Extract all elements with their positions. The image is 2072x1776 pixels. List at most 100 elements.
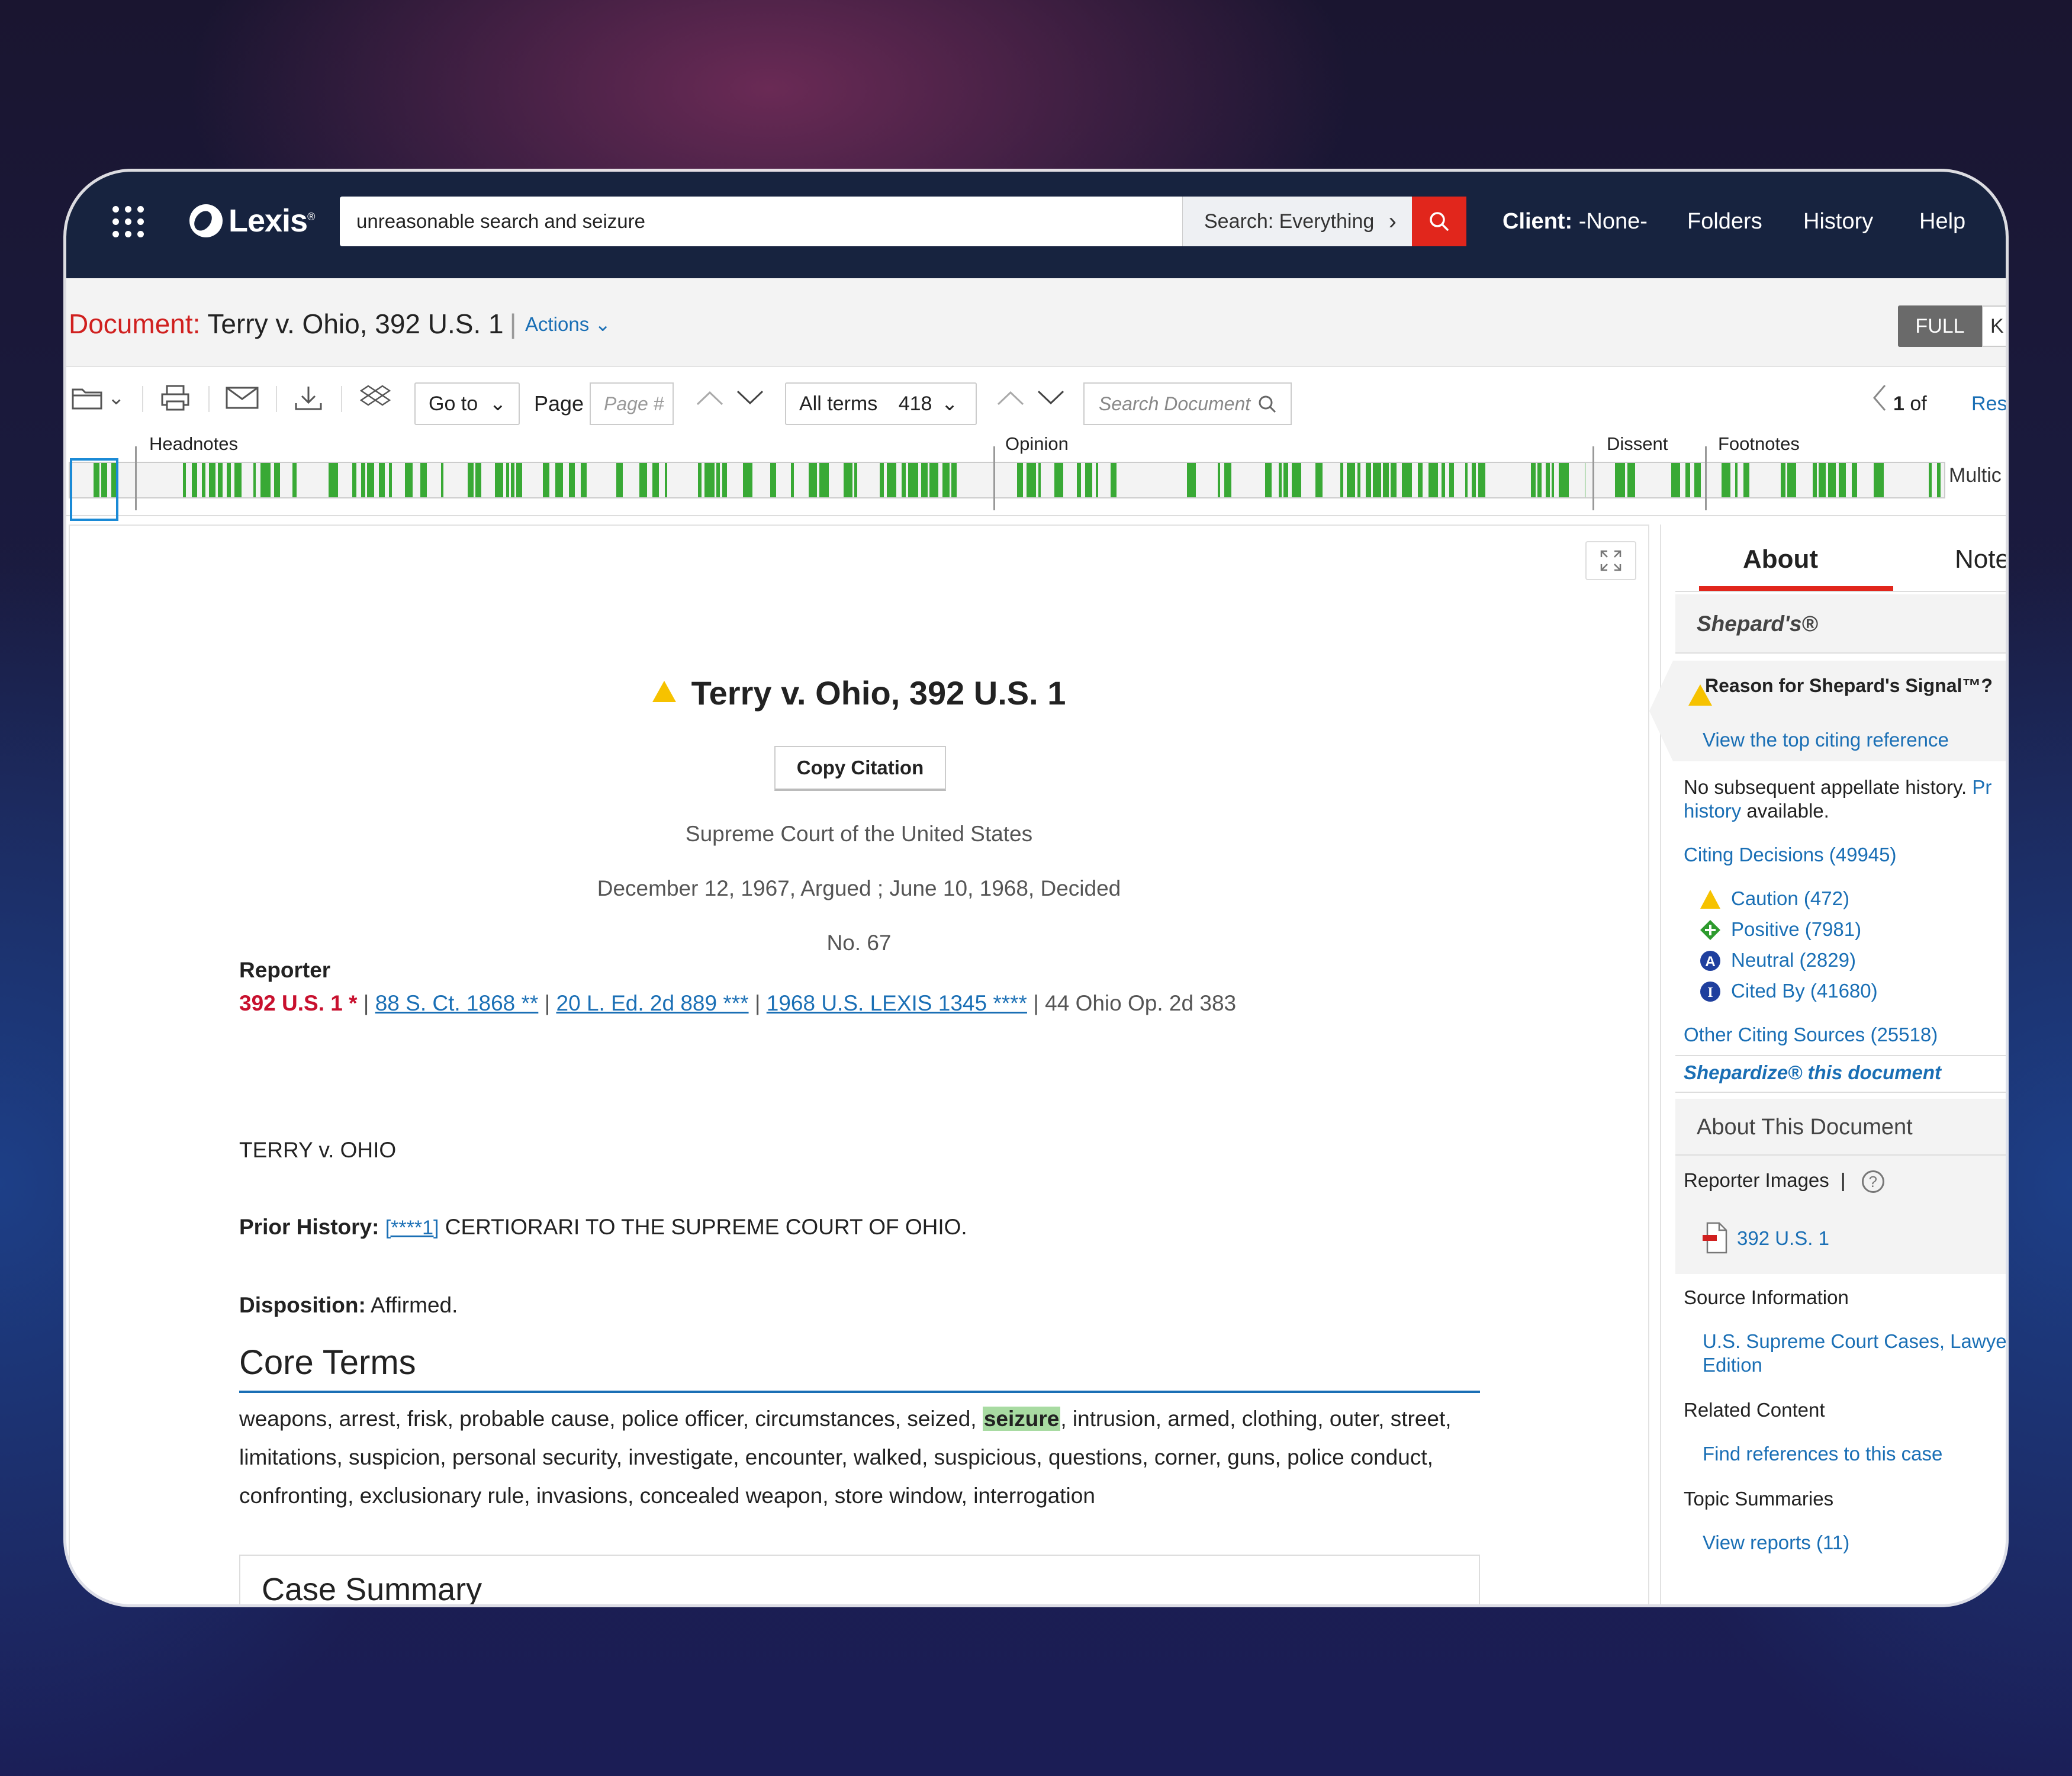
hitmap-hit-bar[interactable] [475, 463, 481, 497]
hitmap-hit-bar[interactable] [1442, 463, 1445, 497]
hitmap-hit-bar[interactable] [1340, 463, 1343, 497]
expand-button[interactable] [1585, 541, 1636, 580]
hitmap-hit-bar[interactable] [1465, 463, 1468, 497]
hitmap-hit-bar[interactable] [379, 463, 385, 497]
hitmap-hit-bar[interactable] [516, 463, 522, 497]
search-hit-map[interactable]: Headnotes Opinion Dissent Footnotes Mult… [66, 427, 2006, 521]
prior-history-link[interactable]: Pr [1972, 776, 1991, 798]
hitmap-hit-bar[interactable] [1787, 463, 1796, 497]
previous-result-button[interactable] [1872, 383, 1887, 413]
hitmap-hit-bar[interactable] [389, 463, 392, 497]
page-marker-link[interactable]: [****1] [385, 1217, 439, 1239]
hitmap-hit-bar[interactable] [1383, 463, 1389, 497]
lexis-logo[interactable]: Lexis® [189, 200, 315, 242]
previous-page-button[interactable] [695, 383, 725, 413]
signal-neutral-link[interactable]: Neutral (2829) [1731, 948, 1856, 972]
view-k-button[interactable]: K [1982, 305, 2006, 347]
hitmap-section-headnotes[interactable]: Headnotes [149, 433, 238, 455]
signal-cited-by-link[interactable]: Cited By (41680) [1731, 979, 1878, 1003]
hitmap-hit-bar[interactable] [722, 463, 727, 497]
results-link[interactable]: Res [1971, 382, 2006, 425]
hitmap-hit-bar[interactable] [1224, 463, 1231, 497]
view-top-citing-reference-link[interactable]: View the top citing reference [1703, 728, 1949, 752]
hitmap-hit-bar[interactable] [511, 463, 514, 497]
hitmap-hit-bar[interactable] [809, 463, 817, 497]
hitmap-hit-bar[interactable] [1265, 463, 1272, 497]
source-information-link-edition[interactable]: Edition [1703, 1353, 1762, 1377]
hitmap-hit-bar[interactable] [942, 463, 950, 497]
hitmap-hit-bar[interactable] [652, 463, 659, 497]
hitmap-hit-bar[interactable] [260, 463, 271, 497]
hitmap-hit-bar[interactable] [1552, 463, 1554, 497]
nav-history[interactable]: History [1803, 197, 1873, 246]
hitmap-hit-bar[interactable] [1781, 463, 1785, 497]
hitmap-hit-bar[interactable] [844, 463, 852, 497]
hitmap-hit-bar[interactable] [908, 463, 918, 497]
actions-menu[interactable]: Actions ⌄ [525, 313, 611, 336]
hitmap-hit-bar[interactable] [1472, 463, 1476, 497]
hitmap-hit-bar[interactable] [639, 463, 647, 497]
hitmap-hit-bar[interactable] [405, 463, 413, 497]
hitmap-hit-bar[interactable] [770, 463, 776, 497]
hitmap-hit-bar[interactable] [420, 463, 427, 497]
dropbox-button[interactable] [360, 383, 391, 413]
hitmap-hit-bar[interactable] [1373, 463, 1381, 497]
hitmap-hit-bar[interactable] [791, 463, 794, 497]
email-button[interactable] [225, 383, 259, 413]
hitmap-hit-bar[interactable] [1187, 463, 1196, 497]
prior-history-link[interactable]: history [1684, 800, 1741, 822]
hitmap-hit-bar[interactable] [1038, 463, 1041, 497]
hitmap-hit-bar[interactable] [367, 463, 374, 497]
hitmap-hit-bar[interactable] [951, 463, 957, 497]
hitmap-hit-bar[interactable] [202, 463, 205, 497]
view-full-button[interactable]: FULL [1898, 305, 1982, 347]
hitmap-hit-bar[interactable] [581, 463, 587, 497]
hitmap-hit-bar[interactable] [1722, 463, 1730, 497]
hitmap-hit-bar[interactable] [704, 463, 715, 497]
search-button[interactable] [1412, 197, 1466, 246]
folder-menu[interactable]: ⌄ [71, 383, 125, 413]
hitmap-hit-bar[interactable] [1292, 463, 1301, 497]
hitmap-hit-bar[interactable] [1531, 463, 1536, 497]
hitmap-hit-bar[interactable] [1937, 463, 1941, 497]
hitmap-hit-bar[interactable] [192, 463, 197, 497]
hitmap-hit-bar[interactable] [1402, 463, 1412, 497]
hitmap-hit-bar[interactable] [1283, 463, 1288, 497]
app-launcher-icon[interactable] [112, 206, 144, 237]
hitmap-hit-bar[interactable] [1694, 463, 1701, 497]
hitmap-hit-bar[interactable] [921, 463, 928, 497]
hitmap-hit-bar[interactable] [1357, 463, 1360, 497]
hitmap-hit-bar[interactable] [468, 463, 474, 497]
citation-link[interactable]: 88 S. Ct. 1868 ** [375, 991, 539, 1015]
goto-dropdown[interactable]: Go to ⌄ [414, 382, 520, 425]
hitmap-hit-bar[interactable] [1111, 463, 1117, 497]
hitmap-hit-bar[interactable] [1828, 463, 1836, 497]
hitmap-hit-bar[interactable] [1537, 463, 1542, 497]
tab-about[interactable]: About [1743, 545, 1818, 574]
search-terms-dropdown[interactable]: All terms 418 ⌄ [785, 382, 977, 425]
citing-decisions-link[interactable]: Citing Decisions (49945) [1684, 843, 1897, 867]
hitmap-hit-bar[interactable] [352, 463, 356, 497]
hitmap-hit-bar[interactable] [361, 463, 365, 497]
nav-help[interactable]: Help [1919, 197, 1965, 246]
hitmap-hit-bar[interactable] [698, 463, 702, 497]
hitmap-hit-bar[interactable] [880, 463, 884, 497]
hitmap-hit-bar[interactable] [218, 463, 223, 497]
hitmap-hit-bar[interactable] [616, 463, 623, 497]
shepardize-link[interactable]: Shepardize® this document [1684, 1061, 1941, 1085]
search-document-input[interactable]: Search Document [1083, 382, 1292, 425]
signal-caution-link[interactable]: Caution (472) [1731, 887, 1849, 910]
hitmap-hit-bar[interactable] [495, 463, 503, 497]
hitmap-viewport-indicator[interactable] [70, 458, 118, 521]
hitmap-section-opinion[interactable]: Opinion [1005, 433, 1069, 455]
hitmap-hit-bar[interactable] [441, 463, 443, 497]
hitmap-hit-bar[interactable] [1017, 463, 1023, 497]
hitmap-hit-bar[interactable] [1819, 463, 1826, 497]
hitmap-hit-bar[interactable] [1743, 463, 1749, 497]
hitmap-hit-bar[interactable] [1685, 463, 1690, 497]
nav-folders[interactable]: Folders [1687, 197, 1762, 246]
hitmap-hit-bar[interactable] [1315, 463, 1323, 497]
hitmap-hit-bar[interactable] [555, 463, 563, 497]
hitmap-hit-bar[interactable] [292, 463, 297, 497]
hitmap-hit-bar[interactable] [1085, 463, 1092, 497]
